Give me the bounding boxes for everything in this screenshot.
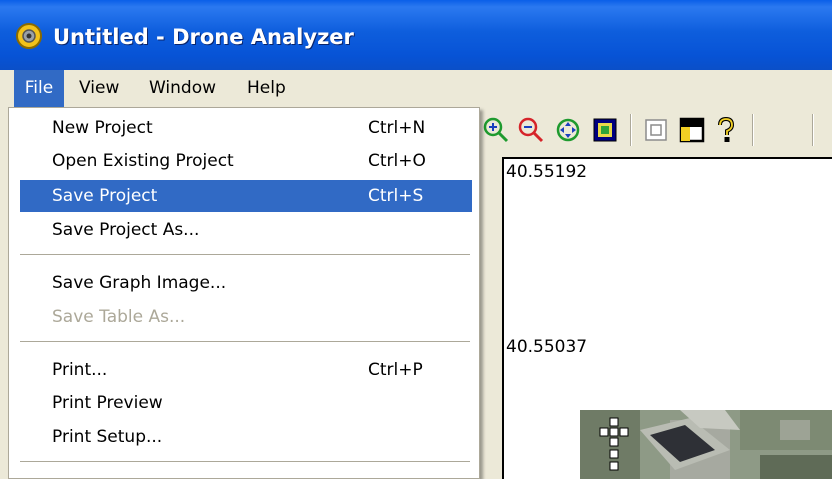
drone-analyzer-app-icon[interactable]: [15, 22, 43, 50]
menu-item-shortcut: Ctrl+N: [368, 118, 426, 138]
menu-item-label: Save Graph Image...: [52, 273, 227, 293]
panel-icon[interactable]: [678, 116, 706, 144]
toolbar-separator: [752, 114, 754, 146]
menu-item-shortcut: Ctrl+S: [368, 186, 424, 206]
menu-help[interactable]: Help: [247, 70, 286, 107]
y-axis-label: 40.55037: [506, 337, 588, 357]
menu-item-shortcut: Ctrl+O: [368, 151, 426, 171]
menu-item-label: Print Preview: [52, 393, 163, 413]
frame-icon[interactable]: [642, 116, 670, 144]
window-title: Untitled - Drone Analyzer: [53, 25, 354, 49]
menu-separator: [20, 254, 470, 256]
zoom-fit-icon[interactable]: [591, 116, 619, 144]
menu-file[interactable]: File: [14, 70, 64, 107]
menu-item-print-setup[interactable]: Print Setup...: [20, 421, 472, 453]
menu-separator: [20, 461, 470, 463]
zoom-out-icon[interactable]: [517, 116, 545, 144]
menu-item-label: Save Table As...: [52, 307, 186, 327]
menu-item-save-project-as[interactable]: Save Project As...: [20, 214, 472, 246]
zoom-extents-icon[interactable]: [554, 116, 582, 144]
menu-item-save-table-as: Save Table As...: [20, 301, 472, 333]
menu-item-label: New Project: [52, 118, 153, 138]
menu-item-print[interactable]: Print... Ctrl+P: [20, 354, 472, 386]
menu-separator: [20, 341, 470, 343]
menu-item-label: Print Setup...: [52, 427, 163, 447]
menu-item-shortcut: Ctrl+P: [368, 360, 423, 380]
menu-item-new-project[interactable]: New Project Ctrl+N: [20, 112, 472, 144]
menu-bar: [0, 70, 832, 107]
aerial-map-image[interactable]: [580, 410, 832, 479]
menu-item-save-project[interactable]: Save Project Ctrl+S: [20, 180, 472, 212]
menu-item-label: Save Project As...: [52, 220, 200, 240]
y-axis-label: 40.55192: [506, 162, 588, 182]
menu-item-open-existing-project[interactable]: Open Existing Project Ctrl+O: [20, 145, 472, 177]
menu-window[interactable]: Window: [149, 70, 216, 107]
menu-item-save-graph-image[interactable]: Save Graph Image...: [20, 267, 472, 299]
toolbar-separator: [812, 114, 814, 146]
menu-view[interactable]: View: [79, 70, 119, 107]
menu-item-label: Print...: [52, 360, 108, 380]
menu-item-label: Open Existing Project: [52, 151, 234, 171]
help-icon[interactable]: [712, 116, 740, 144]
zoom-in-icon[interactable]: [482, 116, 510, 144]
menu-item-print-preview[interactable]: Print Preview: [20, 387, 472, 419]
menu-item-label: Save Project: [52, 186, 158, 206]
toolbar-separator: [630, 114, 632, 146]
